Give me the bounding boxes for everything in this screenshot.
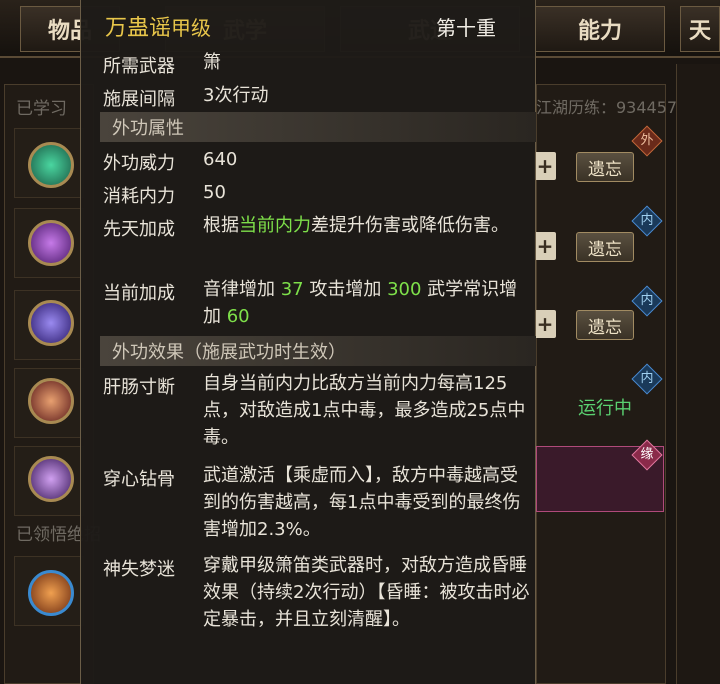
power-value: 640 [203,149,238,170]
forget-button[interactable]: 遗忘 [576,232,634,262]
weapon-label: 所需武器 [103,56,175,77]
effect3-label: 神失梦迷 [103,559,175,580]
effect2-text: 武道激活【乘虚而入】，敌方中毒越高受到的伤害越高，每1点中毒受到的最终伤害增加2… [203,465,521,540]
plus-button[interactable]: + [534,232,556,260]
interval-value: 3次行动 [203,85,269,106]
plus-button[interactable]: + [534,152,556,180]
skill-icon [28,378,74,424]
scorpion-icon [28,570,74,616]
running-status: 运行中 [578,398,632,419]
tab-abilities[interactable]: 能力 [535,6,665,52]
learned-label: 已学习 [16,99,67,119]
weapon-value: 箫 [203,52,221,73]
skill-icon [28,142,74,188]
effect1-label: 肝肠寸断 [103,377,175,398]
effect2-label: 穿心钻骨 [103,469,175,490]
tooltip-level: 第十重 [436,16,496,40]
forget-button[interactable]: 遗忘 [576,152,634,182]
innate-value: 根据当前内力差提升伤害或降低伤害。 [203,215,509,236]
tab-more[interactable]: 天 [680,6,720,52]
section-outer-effects: 外功效果（施展武功时生效） [100,336,536,366]
cost-value: 50 [203,182,226,203]
tooltip-title: 万蛊谣甲级 [105,16,212,41]
cost-label: 消耗内力 [103,186,175,207]
effect1-text: 自身当前内力比敌方当前内力每高125点，对敌造成1点中毒，最多造成25点中毒。 [203,373,526,448]
current-bonus-label: 当前加成 [103,283,175,304]
plus-button[interactable]: + [534,310,556,338]
interval-label: 施展间隔 [103,89,175,110]
far-right-panel [676,64,720,684]
experience-readout: 江湖历练：934457 [536,98,678,117]
section-outer-attributes: 外功属性 [100,112,536,142]
innate-label: 先天加成 [103,219,175,240]
skill-icon [28,220,74,266]
effect3-text: 穿戴甲级箫笛类武器时，对敌方造成昏睡效果（持续2次行动）【昏睡：被攻击时必定暴击… [203,555,530,630]
power-label: 外功威力 [103,153,175,174]
current-bonus-value: 音律增加 37 攻击增加 300 武学常识增加 60 [203,279,518,327]
skill-icon [28,456,74,502]
forget-button[interactable]: 遗忘 [576,310,634,340]
skill-icon [28,300,74,346]
